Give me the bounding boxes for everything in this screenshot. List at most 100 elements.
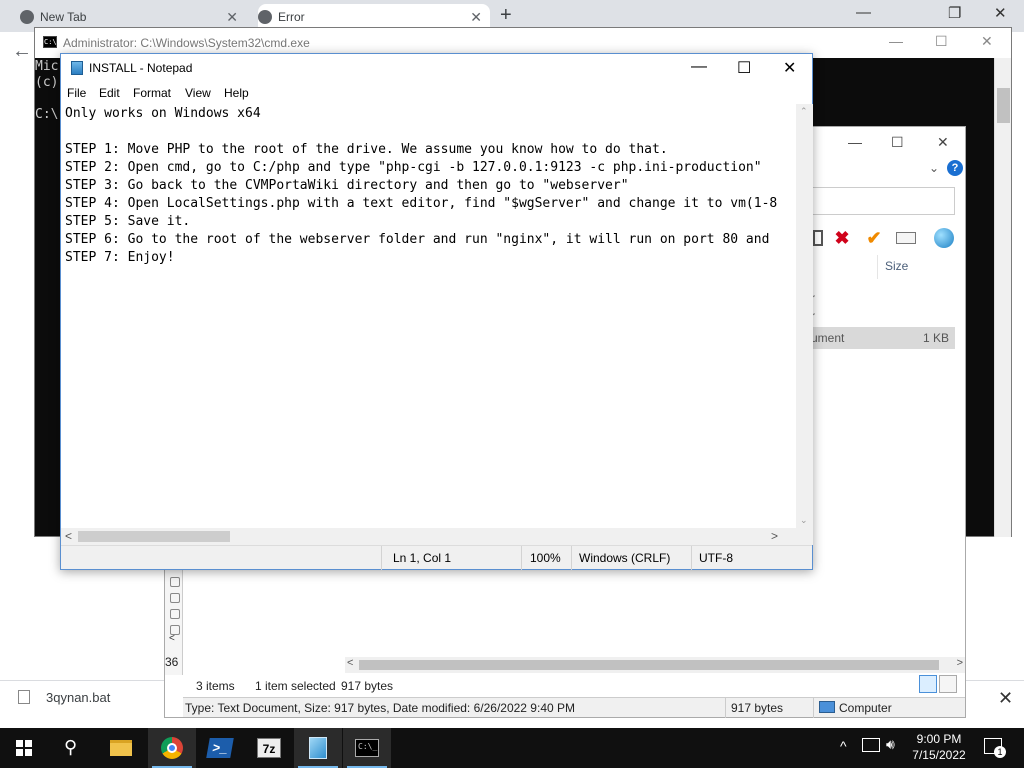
- notepad-close-button[interactable]: ✕: [783, 58, 796, 78]
- text-line: STEP 6: Go to the root of the webserver …: [65, 232, 770, 247]
- taskbar: ⚲ >_ 7z C:\_ ^ 🔊︎ 9:00 PM 7/15/2022 1: [0, 728, 1024, 768]
- cmd-scrollbar[interactable]: [994, 58, 1011, 537]
- cmd-line: [35, 91, 58, 107]
- email-icon[interactable]: [895, 227, 917, 249]
- cmd-minimize-button[interactable]: —: [889, 33, 903, 49]
- menu-help[interactable]: Help: [224, 86, 249, 100]
- taskbar-notepad[interactable]: [294, 728, 342, 768]
- chrome-icon: [20, 10, 34, 24]
- globe-icon[interactable]: [933, 227, 955, 249]
- tab-label: Error: [278, 10, 305, 24]
- cmd-line: (c): [35, 75, 59, 90]
- download-item[interactable]: 3qynan.bat: [18, 690, 110, 705]
- zoom-level: 100%: [530, 551, 561, 565]
- chrome-icon: [161, 737, 183, 759]
- notepad-vscrollbar[interactable]: ⌃ ⌄: [796, 104, 813, 528]
- cmd-maximize-button[interactable]: ☐: [935, 33, 948, 50]
- notepad-minimize-button[interactable]: —: [691, 58, 707, 76]
- scrollbar-thumb[interactable]: [997, 88, 1010, 123]
- explorer-search-box[interactable]: [811, 187, 955, 215]
- tray-chevron-icon[interactable]: ^: [840, 738, 847, 768]
- text-line: [65, 123, 777, 141]
- scrollbar-thumb[interactable]: [359, 660, 939, 670]
- explorer-hscrollbar[interactable]: < >: [345, 657, 965, 673]
- scroll-up-icon[interactable]: ⌃: [800, 106, 808, 117]
- large-icons-view-icon[interactable]: [939, 675, 957, 693]
- text-line: STEP 5: Save it.: [65, 214, 191, 229]
- nav-checkbox[interactable]: [170, 577, 180, 587]
- notepad-hscrollbar[interactable]: < >: [61, 528, 796, 545]
- cmd-output[interactable]: Mic (c) C:\: [35, 59, 58, 123]
- column-header-size[interactable]: Size: [885, 259, 908, 273]
- notepad-maximize-button[interactable]: ☐: [737, 58, 751, 78]
- start-button[interactable]: [0, 728, 48, 768]
- menu-view[interactable]: View: [185, 86, 211, 100]
- scroll-left-icon[interactable]: <: [65, 529, 72, 543]
- explorer-maximize-button[interactable]: ☐: [891, 134, 904, 151]
- menu-file[interactable]: File: [67, 86, 86, 100]
- browser-close-button[interactable]: ✕: [994, 4, 1007, 22]
- network-icon[interactable]: [862, 738, 880, 752]
- scroll-right-icon[interactable]: >: [771, 529, 778, 543]
- clock-time: 9:00 PM: [916, 732, 962, 746]
- delete-icon[interactable]: ✖: [831, 227, 853, 249]
- notification-badge: 1: [994, 746, 1006, 758]
- nav-scroll-left-icon[interactable]: <: [169, 633, 175, 644]
- file-size: 1 KB: [922, 331, 949, 345]
- notepad-text-area[interactable]: Only works on Windows x64 STEP 1: Move PH…: [61, 104, 796, 528]
- expand-ribbon-icon[interactable]: ⌄: [929, 161, 939, 175]
- selected-file-row[interactable]: ument 1 KB: [811, 327, 955, 349]
- column-divider[interactable]: [877, 255, 878, 279]
- details-view-icon[interactable]: [919, 675, 937, 693]
- scrollbar-corner: [796, 528, 813, 545]
- explorer-minimize-button[interactable]: —: [848, 134, 862, 150]
- notepad-content: Only works on Windows x64 STEP 1: Move PH…: [65, 105, 777, 267]
- menu-edit[interactable]: Edit: [99, 86, 120, 100]
- volume-icon[interactable]: 🔊︎: [886, 736, 895, 768]
- scroll-right-icon[interactable]: >: [957, 657, 963, 669]
- new-tab-button[interactable]: +: [500, 4, 512, 27]
- taskbar-7zip[interactable]: 7z: [245, 728, 293, 768]
- notepad-titlebar[interactable]: INSTALL - Notepad — ☐ ✕: [61, 54, 812, 82]
- divider: [813, 698, 814, 718]
- computer-icon: [819, 701, 835, 713]
- help-icon[interactable]: ?: [947, 160, 963, 176]
- notepad-icon: [71, 61, 83, 75]
- back-arrow-icon[interactable]: ←: [12, 40, 32, 63]
- explorer-close-button[interactable]: ✕: [937, 134, 949, 151]
- taskbar-file-explorer[interactable]: [98, 728, 146, 768]
- scroll-down-icon[interactable]: ⌄: [800, 515, 808, 526]
- cmd-line: Mic: [35, 59, 59, 74]
- divider: [521, 546, 522, 570]
- scrollbar-thumb[interactable]: [78, 531, 230, 542]
- divider: [725, 698, 726, 718]
- clock[interactable]: 9:00 PM 7/15/2022: [904, 731, 974, 763]
- taskbar-cmd[interactable]: C:\_: [343, 728, 391, 768]
- nav-checkbox[interactable]: [170, 593, 180, 603]
- tab-label: New Tab: [40, 10, 87, 24]
- item-count: 3 items: [196, 679, 235, 693]
- rename-check-icon[interactable]: ✔: [863, 227, 885, 249]
- selection-count: 1 item selected: [255, 679, 336, 693]
- taskbar-chrome[interactable]: [148, 728, 196, 768]
- download-filename: 3qynan.bat: [46, 690, 111, 705]
- 7zip-icon: 7z: [257, 738, 281, 758]
- windows-start-icon: [16, 740, 32, 756]
- menu-format[interactable]: Format: [133, 86, 171, 100]
- file-details: Type: Text Document, Size: 917 bytes, Da…: [185, 701, 575, 715]
- cmd-line: C:\: [35, 107, 59, 122]
- download-bar-close-icon[interactable]: ✕: [998, 688, 1013, 709]
- taskbar-powershell[interactable]: >_: [196, 728, 244, 768]
- powershell-icon: >_: [206, 738, 234, 758]
- cmd-close-button[interactable]: ✕: [981, 33, 993, 50]
- cursor-position: Ln 1, Col 1: [393, 551, 452, 565]
- search-icon[interactable]: ⚲: [64, 737, 77, 758]
- notepad-window[interactable]: INSTALL - Notepad — ☐ ✕ File Edit Format…: [60, 53, 813, 570]
- browser-minimize-button[interactable]: —: [856, 4, 871, 21]
- divider: [381, 546, 382, 570]
- encoding: UTF-8: [699, 551, 733, 565]
- scroll-left-icon[interactable]: <: [347, 657, 353, 669]
- divider: [571, 546, 572, 570]
- browser-restore-button[interactable]: ❐: [948, 4, 961, 22]
- nav-checkbox[interactable]: [170, 609, 180, 619]
